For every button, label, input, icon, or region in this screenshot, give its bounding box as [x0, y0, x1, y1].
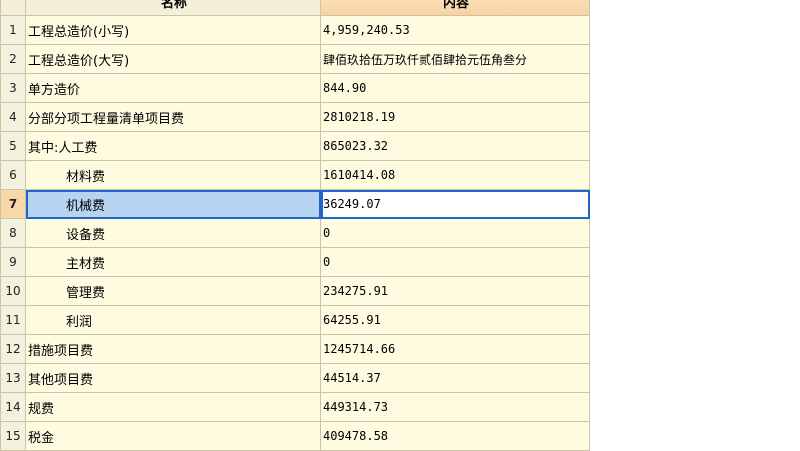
row-value-cell[interactable]: 4,959,240.53 — [321, 16, 590, 45]
row-name-cell[interactable]: 机械费 — [26, 190, 321, 219]
row-name-cell[interactable]: 工程总造价(大写) — [26, 45, 321, 74]
row-value-cell[interactable]: 1245714.66 — [321, 335, 590, 364]
row-name-cell[interactable]: 工程总造价(小写) — [26, 16, 321, 45]
row-name-cell[interactable]: 设备费 — [26, 219, 321, 248]
table-row[interactable]: 14 规费 449314.73 — [0, 393, 590, 422]
row-name-cell[interactable]: 其中:人工费 — [26, 132, 321, 161]
row-value-cell[interactable]: 64255.91 — [321, 306, 590, 335]
cost-summary-grid: 名称 内容 1 工程总造价(小写) 4,959,240.53 2 工程总造价(大写) 肆佰… — [0, 0, 590, 451]
row-value-cell[interactable]: 409478.58 — [321, 422, 590, 451]
grid-header-row: 名称 内容 — [0, 0, 590, 16]
row-number[interactable]: 1 — [0, 16, 26, 45]
row-number[interactable]: 7 — [0, 190, 26, 219]
row-name-cell[interactable]: 其他项目费 — [26, 364, 321, 393]
row-name-cell[interactable]: 材料费 — [26, 161, 321, 190]
table-row[interactable]: 11 利润 64255.91 — [0, 306, 590, 335]
header-name[interactable]: 名称 — [26, 0, 321, 16]
table-row[interactable]: 10 管理费 234275.91 — [0, 277, 590, 306]
table-row[interactable]: 5 其中:人工费 865023.32 — [0, 132, 590, 161]
row-name-cell[interactable]: 措施项目费 — [26, 335, 321, 364]
header-content[interactable]: 内容 — [321, 0, 590, 16]
row-number[interactable]: 10 — [0, 277, 26, 306]
row-name-cell[interactable]: 规费 — [26, 393, 321, 422]
row-value-cell[interactable]: 234275.91 — [321, 277, 590, 306]
row-number[interactable]: 2 — [0, 45, 26, 74]
row-number[interactable]: 6 — [0, 161, 26, 190]
grid-body: 1 工程总造价(小写) 4,959,240.53 2 工程总造价(大写) 肆佰玖拾伍万玖仟… — [0, 16, 590, 451]
row-name-cell[interactable]: 分部分项工程量清单项目费 — [26, 103, 321, 132]
row-value-cell[interactable]: 2810218.19 — [321, 103, 590, 132]
row-number[interactable]: 13 — [0, 364, 26, 393]
row-value-cell[interactable]: 44514.37 — [321, 364, 590, 393]
row-number[interactable]: 14 — [0, 393, 26, 422]
row-number[interactable]: 4 — [0, 103, 26, 132]
row-number[interactable]: 9 — [0, 248, 26, 277]
table-row[interactable]: 13 其他项目费 44514.37 — [0, 364, 590, 393]
row-number[interactable]: 11 — [0, 306, 26, 335]
row-number[interactable]: 15 — [0, 422, 26, 451]
table-row[interactable]: 15 税金 409478.58 — [0, 422, 590, 451]
table-row[interactable]: 2 工程总造价(大写) 肆佰玖拾伍万玖仟贰佰肆拾元伍角叁分 — [0, 45, 590, 74]
row-number[interactable]: 8 — [0, 219, 26, 248]
row-value-cell[interactable]: 844.90 — [321, 74, 590, 103]
row-name-cell[interactable]: 单方造价 — [26, 74, 321, 103]
header-corner[interactable] — [0, 0, 26, 16]
row-name-cell[interactable]: 税金 — [26, 422, 321, 451]
row-number[interactable]: 5 — [0, 132, 26, 161]
row-value-cell[interactable]: 0 — [321, 248, 590, 277]
table-row[interactable]: 12 措施项目费 1245714.66 — [0, 335, 590, 364]
row-value-cell[interactable]: 1610414.08 — [321, 161, 590, 190]
table-row[interactable]: 6 材料费 1610414.08 — [0, 161, 590, 190]
row-value-cell[interactable]: 865023.32 — [321, 132, 590, 161]
row-value-cell[interactable]: 0 — [321, 219, 590, 248]
table-row[interactable]: 8 设备费 0 — [0, 219, 590, 248]
row-number[interactable]: 3 — [0, 74, 26, 103]
row-number[interactable]: 12 — [0, 335, 26, 364]
row-name-cell[interactable]: 管理费 — [26, 277, 321, 306]
row-value-cell[interactable]: 肆佰玖拾伍万玖仟贰佰肆拾元伍角叁分 — [321, 45, 590, 74]
table-row[interactable]: 1 工程总造价(小写) 4,959,240.53 — [0, 16, 590, 45]
row-value-cell[interactable]: 449314.73 — [321, 393, 590, 422]
row-value-cell[interactable]: 36249.07 — [321, 190, 590, 219]
table-row[interactable]: 9 主材费 0 — [0, 248, 590, 277]
table-row[interactable]: 3 单方造价 844.90 — [0, 74, 590, 103]
row-name-cell[interactable]: 利润 — [26, 306, 321, 335]
table-row[interactable]: 4 分部分项工程量清单项目费 2810218.19 — [0, 103, 590, 132]
table-row[interactable]: 7 机械费 36249.07 — [0, 190, 590, 219]
row-name-cell[interactable]: 主材费 — [26, 248, 321, 277]
